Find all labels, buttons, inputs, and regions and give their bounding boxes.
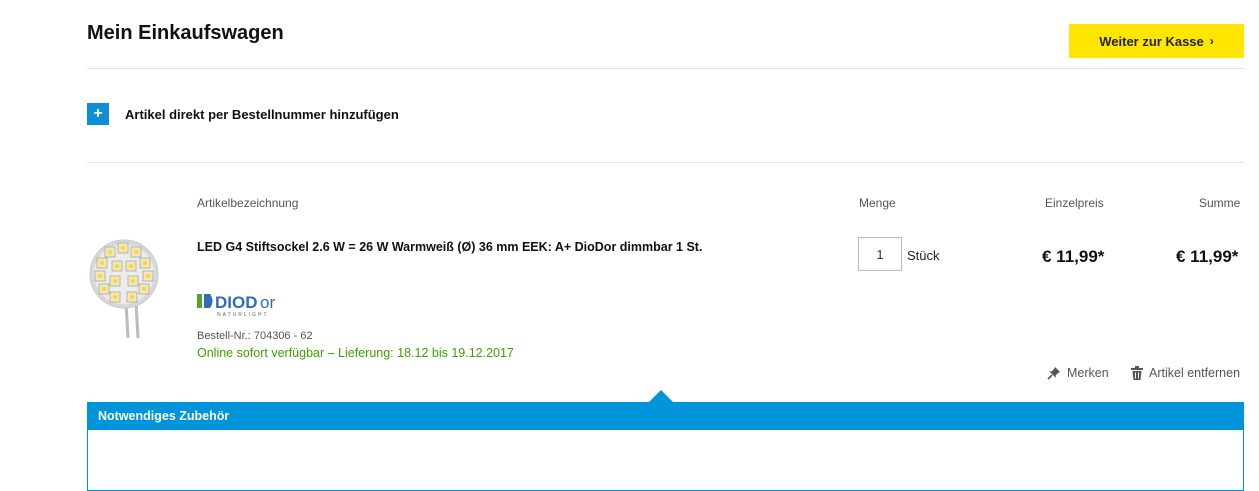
trash-icon [1131,366,1143,380]
product-image[interactable] [88,236,160,345]
add-by-order-number-link[interactable]: Artikel direkt per Bestellnummer hinzufü… [125,107,399,122]
brand-logo: DIOD or NATURLIGHT [197,292,293,323]
unit-price: € 11,99* [1042,247,1105,266]
order-number: Bestell-Nr.: 704306 - 62 [197,330,313,342]
remember-button[interactable]: Merken [1047,366,1109,380]
quantity-unit: Stück [907,248,940,263]
accessories-title: Notwendiges Zubehör [98,409,230,423]
column-header-quantity: Menge [859,196,896,210]
svg-text:NATURLIGHT: NATURLIGHT [217,312,269,318]
accessories-header[interactable] [87,402,1244,430]
pin-icon [1047,367,1060,380]
svg-text:or: or [260,293,275,312]
checkout-button[interactable]: Weiter zur Kasse › [1069,24,1244,58]
divider [87,68,1244,69]
accessories-panel [87,430,1244,491]
column-header-unit-price: Einzelpreis [1045,196,1104,210]
plus-icon[interactable]: + [87,103,109,125]
remove-item-label: Artikel entfernen [1149,366,1241,380]
checkout-button-label: Weiter zur Kasse [1099,33,1204,49]
remember-label: Merken [1067,366,1109,380]
total-price: € 11,99* [1176,247,1239,266]
quantity-input[interactable]: 1 [858,237,902,271]
chevron-right-icon: › [1209,34,1214,48]
product-name-link[interactable]: LED G4 Stiftsockel 2.6 W = 26 W Warmweiß… [197,240,702,254]
column-header-description: Artikelbezeichnung [197,196,299,210]
page-title: Mein Einkaufswagen [87,22,284,44]
remove-item-button[interactable]: Artikel entfernen [1131,366,1240,380]
availability-status: Online sofort verfügbar – Lieferung: 18.… [197,346,514,360]
column-header-total: Summe [1199,196,1241,210]
divider [87,162,1244,163]
svg-text:DIOD: DIOD [215,293,258,312]
